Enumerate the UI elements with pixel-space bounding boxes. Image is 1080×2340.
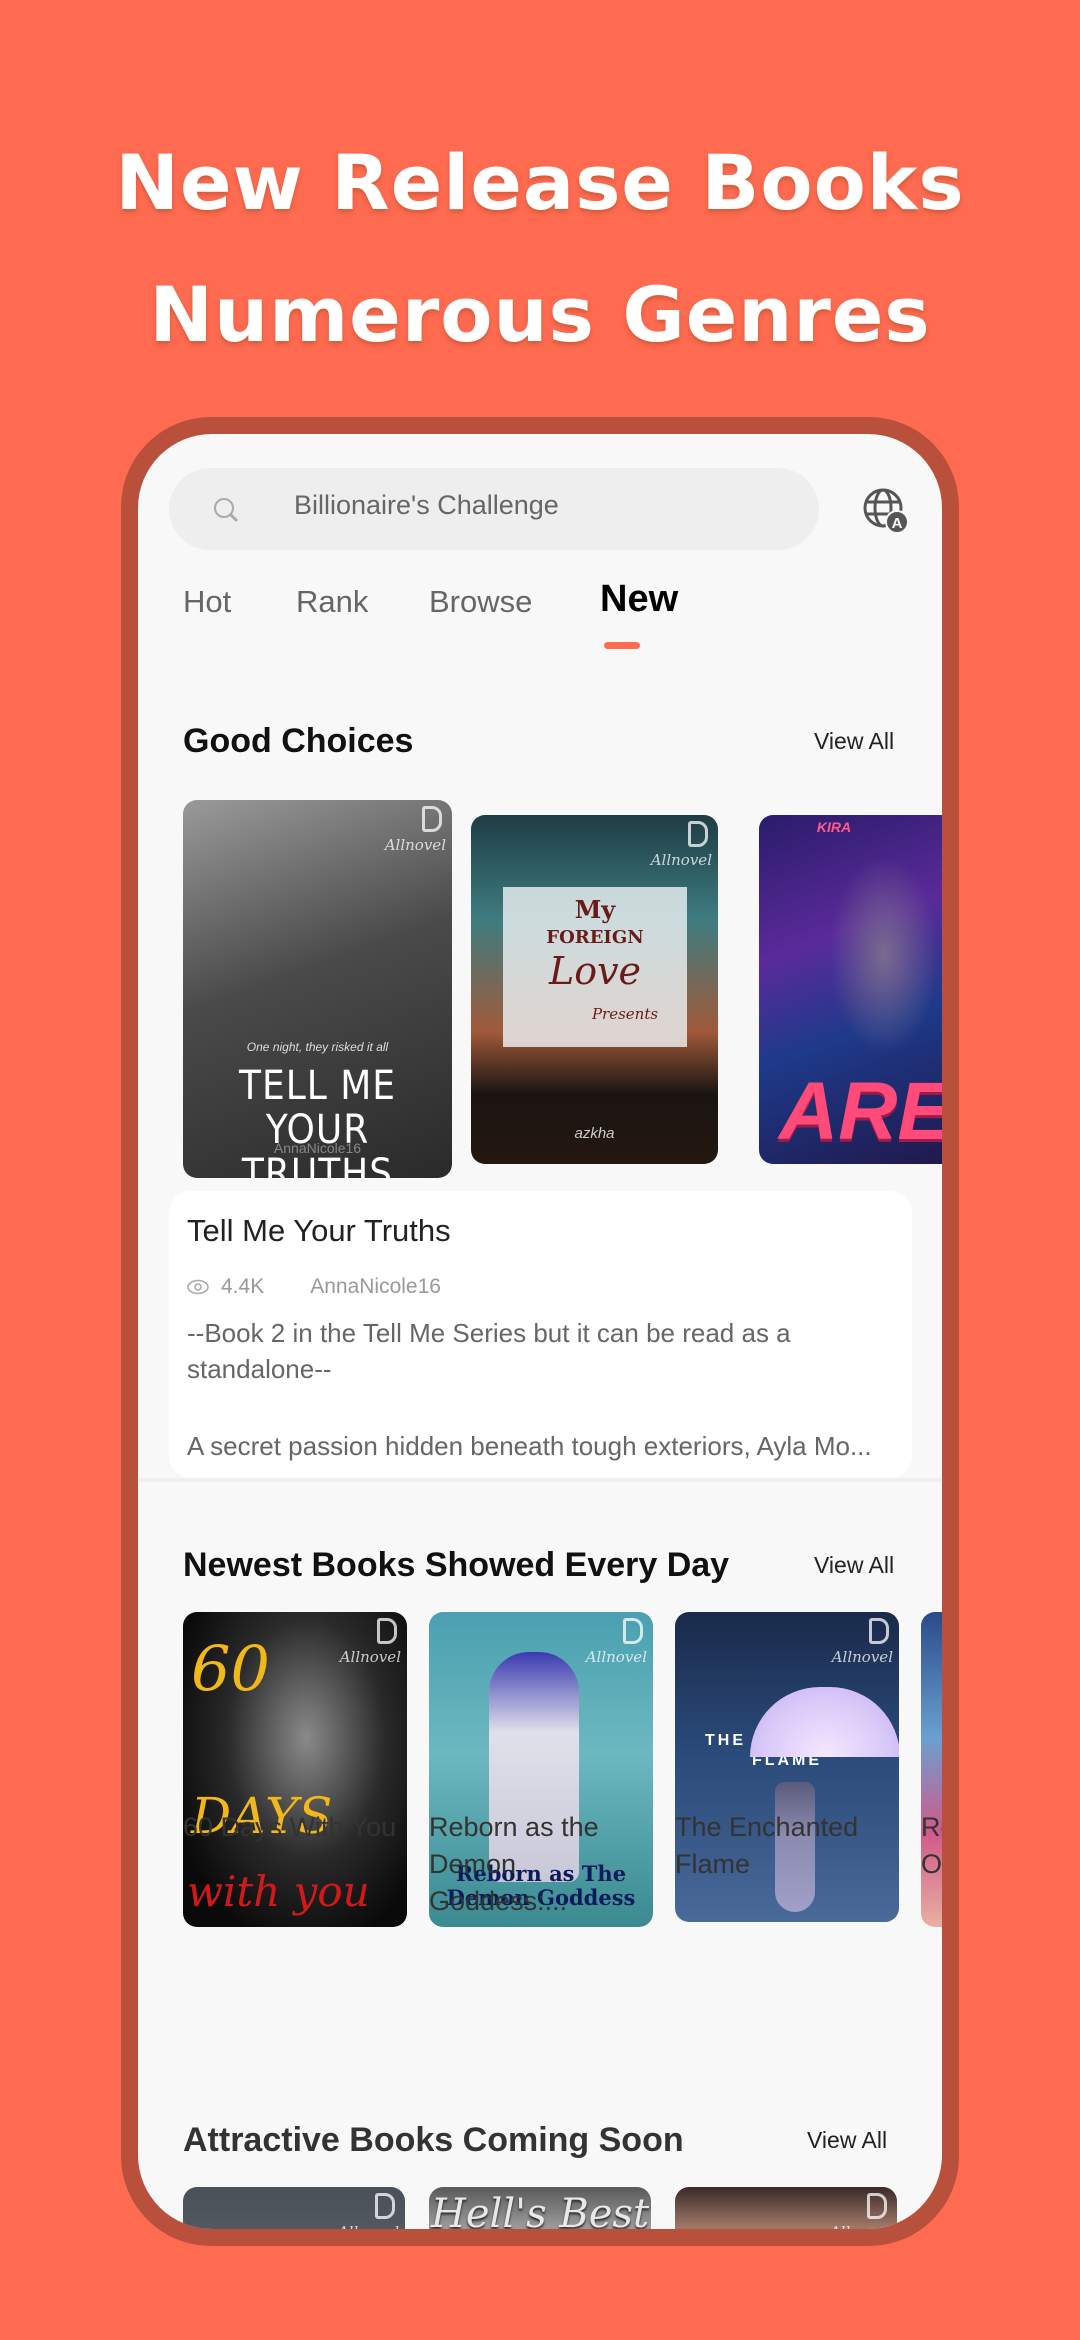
cover-author: azkha — [574, 1125, 615, 1142]
promo-headline-2: Numerous Genres — [149, 270, 931, 359]
book-detail-card[interactable]: Tell Me Your Truths 4.4K AnnaNicole16 --… — [169, 1191, 912, 1478]
book-description: --Book 2 in the Tell Me Series but it ca… — [187, 1318, 791, 1384]
section-title-good-choices: Good Choices — [183, 722, 414, 760]
active-tab-indicator — [604, 642, 640, 649]
allnovel-logo-icon — [869, 1618, 889, 1644]
allnovel-logo-icon — [422, 806, 442, 832]
search-input[interactable]: Billionaire's Challenge — [294, 490, 559, 521]
view-all-good-choices[interactable]: View All — [814, 728, 894, 755]
book-meta: 4.4K AnnaNicole16 — [187, 1275, 441, 1299]
book-title-enchanted-flame[interactable]: The Enchanted Flame — [675, 1809, 875, 1883]
allnovel-brand: Allnovel — [830, 2193, 891, 2229]
allnovel-brand: Allnovel — [832, 1618, 893, 1666]
book-cover-coming-3[interactable]: Allnovel — [675, 2187, 897, 2229]
book-cover-ares[interactable]: KIRA ARES — [759, 815, 942, 1164]
tab-browse[interactable]: Browse — [429, 584, 532, 620]
overlay-widget[interactable] — [750, 1687, 899, 1757]
view-count: 4.4K — [221, 1275, 265, 1298]
search-icon — [214, 498, 238, 522]
cover-tagline: One night, they risked it all — [246, 1040, 389, 1054]
book-cover-60-days[interactable]: Allnovel 60 DAYS with you — [183, 1612, 407, 1927]
cover-title: TELL ME YOUR TRUTHS — [239, 1063, 396, 1178]
cover-author: AnnaNicole16 — [273, 1140, 362, 1156]
view-all-coming-soon[interactable]: View All — [807, 2127, 887, 2154]
cover-title-box: My FOREIGN Love Presents — [503, 887, 687, 1047]
allnovel-logo-icon — [688, 821, 708, 847]
book-title: Tell Me Your Truths — [187, 1213, 451, 1248]
section-divider — [138, 1478, 942, 1482]
search-bar[interactable]: Billionaire's Challenge — [169, 468, 819, 550]
promo-headline-1: New Release Books — [115, 138, 965, 227]
allnovel-brand: Allnovel — [651, 821, 712, 869]
section-title-newest: Newest Books Showed Every Day — [183, 1546, 730, 1584]
allnovel-logo-icon — [623, 1618, 643, 1644]
allnovel-brand: Allnovel — [338, 2193, 399, 2229]
app-screen: Billionaire's Challenge A Hot Rank Brows… — [138, 434, 942, 2229]
allnovel-brand: Allnovel — [385, 806, 446, 854]
allnovel-logo-icon — [375, 2193, 395, 2219]
globe-language-icon[interactable]: A — [862, 487, 910, 535]
language-badge: A — [892, 515, 903, 532]
book-cover-coming-1[interactable]: Allnovel — [183, 2187, 405, 2229]
book-title-partial[interactable]: Re... O... — [921, 1809, 942, 1883]
allnovel-brand: Allnovel — [586, 1618, 647, 1666]
book-cover-hells-best[interactable]: Hell's Best — [429, 2187, 651, 2229]
section-title-coming-soon: Attractive Books Coming Soon — [183, 2121, 684, 2159]
tab-rank[interactable]: Rank — [296, 584, 368, 620]
eye-icon — [187, 1279, 209, 1295]
allnovel-logo-icon — [867, 2193, 887, 2219]
cover-figure — [829, 855, 939, 1055]
book-title-60-days[interactable]: 60 Days With You — [183, 1809, 411, 1846]
book-author: AnnaNicole16 — [310, 1275, 441, 1298]
book-title-reborn[interactable]: Reborn as the Demon Goddess:... — [429, 1809, 657, 1920]
book-description-continued: A secret passion hidden beneath tough ex… — [187, 1431, 872, 1461]
tab-new[interactable]: New — [600, 578, 678, 621]
view-all-newest[interactable]: View All — [814, 1552, 894, 1579]
tab-hot[interactable]: Hot — [183, 584, 231, 620]
book-cover-my-foreign-love[interactable]: Allnovel My FOREIGN Love Presents azkha — [471, 815, 718, 1164]
phone-frame: Billionaire's Challenge A Hot Rank Brows… — [121, 417, 959, 2246]
book-cover-tell-me-your-truths[interactable]: Allnovel One night, they risked it all T… — [183, 800, 452, 1178]
